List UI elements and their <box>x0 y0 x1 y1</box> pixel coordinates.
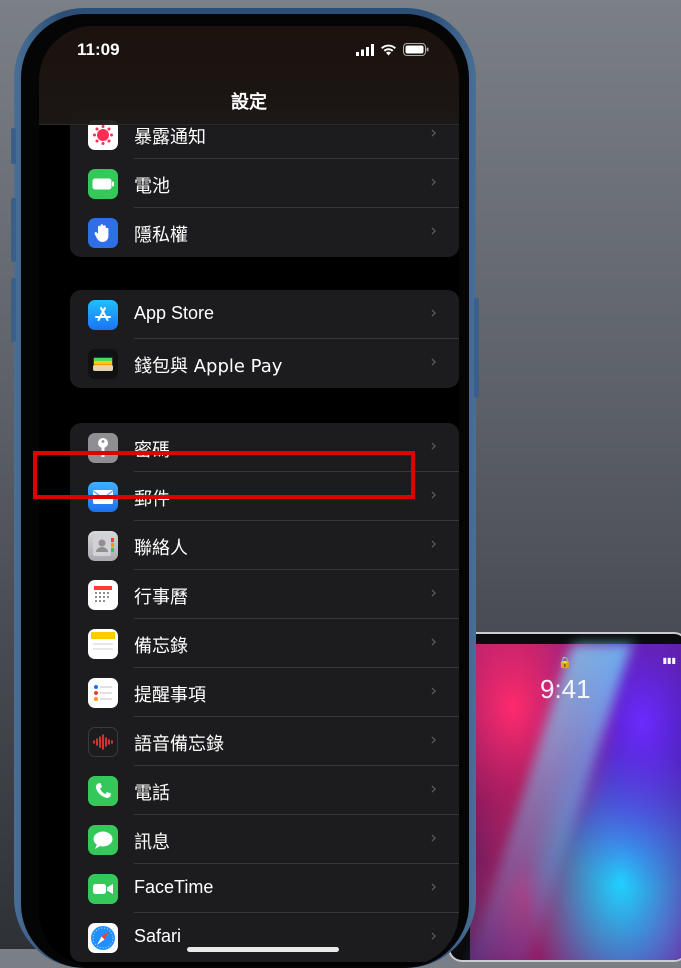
chevron-right-icon: › <box>430 534 437 554</box>
wallet-icon <box>88 349 118 379</box>
chevron-right-icon: › <box>430 583 437 603</box>
settings-row-facetime[interactable]: FaceTime › <box>70 864 459 913</box>
ipad-clock: 9:41 <box>540 674 591 704</box>
page-title: 設定 <box>231 92 267 113</box>
battery-icon <box>88 169 118 199</box>
chevron-right-icon: › <box>430 485 437 505</box>
lock-icon: 🔒 <box>558 656 572 669</box>
chevron-right-icon: › <box>430 779 437 799</box>
status-bar: 11:09 <box>39 26 459 78</box>
settings-group-3: 密碼 › 郵件 › 聯絡人 › 行事曆 › 備忘錄 › 提醒事項 › 語音備忘錄… <box>70 423 459 962</box>
chevron-right-icon: › <box>430 730 437 750</box>
settings-row-wallet[interactable]: 錢包與 Apple Pay › <box>70 339 459 388</box>
row-label: FaceTime <box>134 877 214 897</box>
settings-row-contacts[interactable]: 聯絡人 › <box>70 521 459 570</box>
chevron-right-icon: › <box>430 681 437 701</box>
chevron-right-icon: › <box>430 172 437 192</box>
wifi-icon <box>381 44 396 55</box>
messages-icon <box>88 825 118 855</box>
row-label: 聯絡人 <box>134 538 188 559</box>
settings-row-phone[interactable]: 電話 › <box>70 766 459 815</box>
settings-row-reminders[interactable]: 提醒事項 › <box>70 668 459 717</box>
chevron-right-icon: › <box>430 221 437 241</box>
settings-group-2: App Store › 錢包與 Apple Pay › <box>70 290 459 388</box>
row-label: 錢包與 Apple Pay <box>134 356 283 377</box>
battery-status-icon <box>403 43 429 56</box>
chevron-right-icon: › <box>430 926 437 946</box>
row-label: 暴露通知 <box>134 127 206 148</box>
settings-row-battery[interactable]: 電池 › <box>70 159 459 208</box>
chevron-right-icon: › <box>430 303 437 323</box>
mail-row-highlight-box <box>33 451 415 499</box>
ipad-lock-screen: 🔒 9:41 ▮▮▮ <box>468 644 681 960</box>
row-label: Safari <box>134 926 182 946</box>
row-label: 行事曆 <box>134 587 188 608</box>
chevron-right-icon: › <box>430 123 437 143</box>
row-label: 隱私權 <box>134 225 188 246</box>
settings-row-voice-memos[interactable]: 語音備忘錄 › <box>70 717 459 766</box>
app-store-icon <box>88 300 118 330</box>
row-label: 提醒事項 <box>134 685 206 706</box>
settings-row-messages[interactable]: 訊息 › <box>70 815 459 864</box>
cellular-signal-icon <box>356 43 374 56</box>
row-label: 語音備忘錄 <box>134 734 224 755</box>
ipad-device: 🔒 9:41 ▮▮▮ <box>448 632 681 962</box>
voice-memos-icon <box>88 727 118 757</box>
chevron-right-icon: › <box>430 828 437 848</box>
chevron-right-icon: › <box>430 436 437 456</box>
settings-row-privacy[interactable]: 隱私權 › <box>70 208 459 257</box>
hand-icon <box>88 218 118 248</box>
chevron-right-icon: › <box>430 352 437 372</box>
silent-switch <box>11 128 16 164</box>
row-label: 電話 <box>134 783 170 804</box>
chevron-right-icon: › <box>430 632 437 652</box>
status-icons <box>356 43 429 56</box>
row-label: 電池 <box>134 176 170 197</box>
settings-row-notes[interactable]: 備忘錄 › <box>70 619 459 668</box>
home-indicator[interactable] <box>187 947 339 952</box>
ipad-status-icons: ▮▮▮ <box>662 656 676 665</box>
phone-icon <box>88 776 118 806</box>
row-label: App Store <box>134 303 215 323</box>
facetime-icon <box>88 874 118 904</box>
notes-icon <box>88 629 118 659</box>
settings-row-calendar[interactable]: 行事曆 › <box>70 570 459 619</box>
row-label: 訊息 <box>134 832 170 853</box>
settings-row-app-store[interactable]: App Store › <box>70 290 459 339</box>
calendar-icon <box>88 580 118 610</box>
chevron-right-icon: › <box>430 877 437 897</box>
volume-down-button <box>11 278 16 342</box>
reminders-icon <box>88 678 118 708</box>
contacts-icon <box>88 531 118 561</box>
settings-row-safari[interactable]: Safari › <box>70 913 459 962</box>
volume-up-button <box>11 198 16 262</box>
status-time: 11:09 <box>77 40 120 59</box>
power-button <box>474 298 479 398</box>
settings-group-1: 暴露通知 › 電池 › 隱私權 › <box>70 110 459 257</box>
row-label: 備忘錄 <box>134 636 188 657</box>
